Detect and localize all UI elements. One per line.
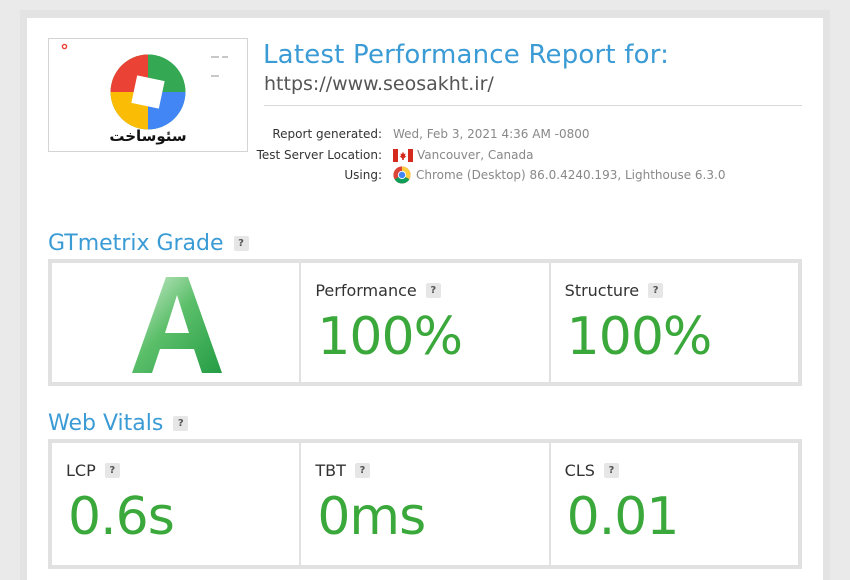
meta-value-wrap: Vancouver, Canada	[393, 148, 534, 162]
meta-value-wrap: Chrome (Desktop) 86.0.4240.193, Lighthou…	[393, 166, 725, 184]
cls-label-wrap: CLS ?	[565, 461, 619, 480]
gtmetrix-grade-heading: GTmetrix Grade ?	[48, 231, 249, 256]
report-url[interactable]: https://www.seosakht.ir/	[264, 73, 494, 95]
structure-label: Structure	[564, 281, 640, 300]
section-title: Web Vitals	[48, 411, 164, 436]
help-icon[interactable]: ?	[354, 463, 370, 478]
meta-value: Vancouver, Canada	[417, 148, 534, 162]
structure-cell: Structure ? 100%	[550, 263, 798, 382]
performance-cell: Performance ? 100%	[301, 263, 549, 382]
lcp-label-wrap: LCP ?	[66, 461, 120, 480]
meta-value: Wed, Feb 3, 2021 4:36 AM -0800	[393, 127, 590, 141]
meta-row-location: Test Server Location: Vancouver, Canada	[200, 146, 800, 166]
meta-row-generated: Report generated: Wed, Feb 3, 2021 4:36 …	[200, 125, 800, 145]
tbt-cell: TBT ? 0ms	[301, 443, 549, 565]
grade-grid: Performance ? 100% Structure ? 100%	[48, 259, 802, 386]
help-icon[interactable]: ?	[648, 283, 664, 298]
mini-logo-icon	[61, 43, 68, 50]
help-icon[interactable]: ?	[104, 463, 120, 478]
meta-label: Test Server Location:	[256, 148, 382, 162]
cls-cell: CLS ? 0.01	[550, 443, 798, 565]
cls-value: 0.01	[566, 487, 680, 547]
help-icon[interactable]: ?	[603, 463, 619, 478]
structure-score: 100%	[566, 307, 713, 367]
help-icon[interactable]: ?	[173, 416, 189, 431]
help-icon[interactable]: ?	[233, 236, 249, 251]
web-vitals-heading: Web Vitals ?	[48, 411, 189, 436]
canada-flag-icon	[393, 148, 413, 162]
meta-value-wrap: Wed, Feb 3, 2021 4:36 AM -0800	[393, 127, 589, 141]
meta-label: Using:	[344, 168, 382, 182]
performance-label-wrap: Performance ?	[315, 281, 441, 300]
help-icon[interactable]: ?	[425, 283, 441, 298]
lcp-label: LCP	[66, 461, 96, 480]
performance-label: Performance	[315, 281, 417, 300]
tbt-label-wrap: TBT ?	[315, 461, 370, 480]
chrome-icon	[393, 166, 411, 184]
mini-nav	[211, 43, 241, 77]
structure-label-wrap: Structure ?	[564, 281, 664, 300]
tbt-label: TBT	[315, 461, 346, 480]
section-title: GTmetrix Grade	[48, 231, 224, 256]
meta-label: Report generated:	[272, 127, 382, 141]
grade-letter-cell	[52, 263, 300, 382]
vitals-grid: LCP ? 0.6s TBT ? 0ms CLS ? 0.01	[48, 439, 802, 569]
lcp-value: 0.6s	[68, 487, 175, 547]
report-title: Latest Performance Report for:	[263, 40, 670, 70]
grade-letter-a	[132, 277, 222, 373]
tbt-value: 0ms	[317, 487, 426, 547]
meta-value: Chrome (Desktop) 86.0.4240.193, Lighthou…	[416, 168, 726, 182]
lcp-cell: LCP ? 0.6s	[52, 443, 300, 565]
cls-label: CLS	[564, 461, 595, 480]
performance-score: 100%	[317, 307, 463, 367]
seosakht-logo-icon	[110, 54, 186, 130]
meta-row-using: Using: Chrome (Desktop) 86.0.4240.193, L…	[200, 166, 800, 186]
header-divider	[264, 105, 802, 106]
